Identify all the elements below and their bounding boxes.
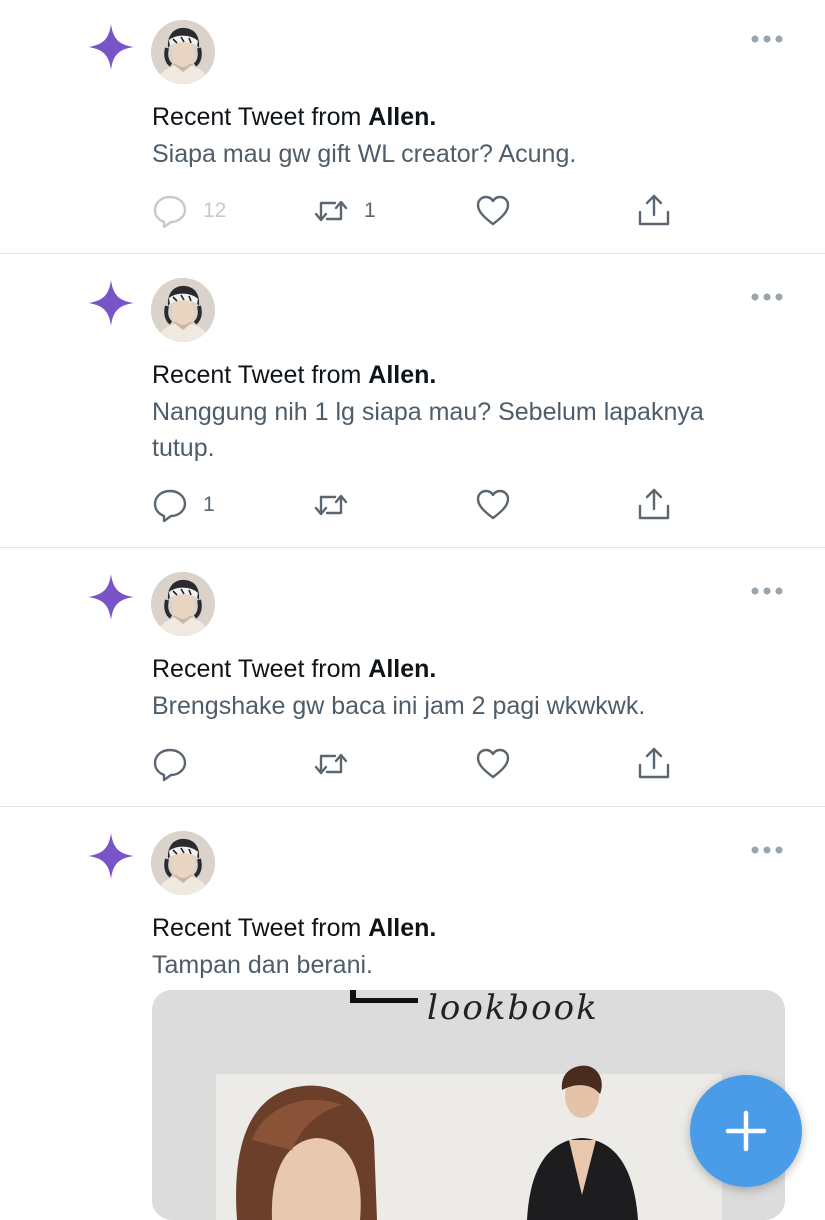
share-icon[interactable] [636,192,672,228]
tweet-text: Tampan dan berani. [152,951,373,979]
plus-icon [725,1110,767,1152]
tweet-title-prefix: Recent Tweet from [152,914,369,942]
more-options-icon[interactable] [750,586,784,596]
sparkle-icon [86,572,136,622]
tweet-card[interactable]: Recent Tweet from Allen. Brengshake gw b… [0,548,825,807]
retweet-icon[interactable] [313,487,349,523]
retweet-count: 1 [364,199,376,222]
reply-count: 12 [203,199,227,222]
reply-count: 1 [203,493,215,516]
retweet-icon[interactable] [313,746,349,782]
tweet-author[interactable]: Allen. [368,361,436,389]
tweet-title: Recent Tweet from Allen. [152,654,436,684]
sparkle-icon [86,831,136,881]
tweet-text: Siapa mau gw gift WL creator? Acung. [152,140,577,168]
more-options-icon[interactable] [750,34,784,44]
heart-icon[interactable] [475,746,511,782]
tweet-text: Brengshake gw baca ini jam 2 pagi wkwkwk… [152,692,646,720]
reply-icon[interactable] [152,193,188,229]
tweet-card[interactable]: Recent Tweet from Allen. Siapa mau gw gi… [0,0,825,254]
share-icon[interactable] [636,486,672,522]
tweet-author[interactable]: Allen. [368,655,436,683]
reply-icon[interactable] [152,487,188,523]
heart-icon[interactable] [475,487,511,523]
sparkle-icon [86,278,136,328]
tweet-author[interactable]: Allen. [368,103,436,131]
retweet-icon[interactable] [313,193,349,229]
avatar[interactable] [151,278,215,342]
tweet-title: Recent Tweet from Allen. [152,102,436,132]
avatar[interactable] [151,20,215,84]
tweet-card[interactable]: Recent Tweet from Allen. Nanggung nih 1 … [0,254,825,548]
tweet-title-prefix: Recent Tweet from [152,103,369,131]
tweet-title: Recent Tweet from Allen. [152,913,436,943]
tweet-author[interactable]: Allen. [368,914,436,942]
sparkle-icon [86,22,136,72]
tweet-title-prefix: Recent Tweet from [152,361,369,389]
media-caption: lookbook [427,990,599,1028]
compose-tweet-button[interactable] [690,1075,802,1187]
more-options-icon[interactable] [750,845,784,855]
heart-icon[interactable] [475,193,511,229]
tweet-text: Nanggung nih 1 lg siapa mau? Sebelum lap… [152,398,704,462]
avatar[interactable] [151,572,215,636]
avatar[interactable] [151,831,215,895]
tweet-title-prefix: Recent Tweet from [152,655,369,683]
share-icon[interactable] [636,745,672,781]
more-options-icon[interactable] [750,292,784,302]
reply-icon[interactable] [152,746,188,782]
tweet-title: Recent Tweet from Allen. [152,360,436,390]
